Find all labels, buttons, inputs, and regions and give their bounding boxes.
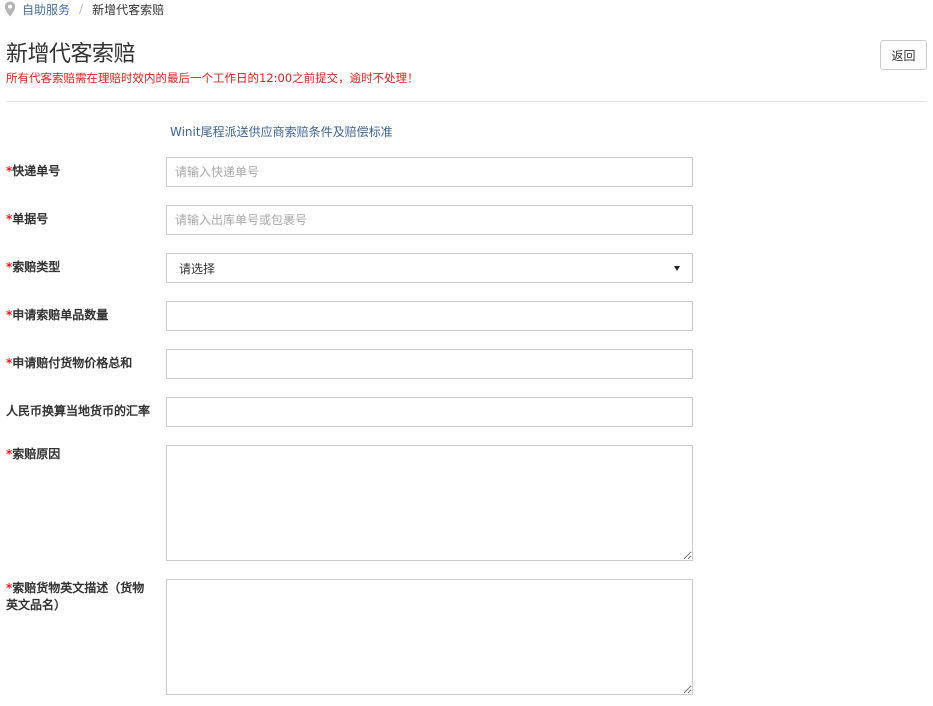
exchange-rate-input[interactable]: [166, 397, 693, 427]
header-divider: [6, 101, 927, 102]
caret-down-icon: [674, 265, 680, 271]
item-quantity-input[interactable]: [166, 301, 693, 331]
claim-reason-label-text: 索赔原因: [12, 447, 61, 461]
breadcrumb-self-service-link[interactable]: 自助服务: [22, 1, 70, 18]
exchange-rate-label: 人民币换算当地货币的汇率: [6, 403, 156, 420]
claim-type-select[interactable]: 请选择: [166, 253, 693, 283]
total-price-input[interactable]: [166, 349, 693, 379]
tracking-number-label-text: 快递单号: [12, 164, 61, 178]
english-description-label: *索赔货物英文描述（货物英文品名）: [6, 580, 156, 614]
claim-type-label-text: 索赔类型: [12, 260, 61, 274]
tracking-number-label: *快递单号: [6, 163, 156, 180]
english-description-label-text: 索赔货物英文描述（货物英文品名）: [6, 581, 145, 612]
english-description-textarea[interactable]: [166, 579, 693, 695]
claim-standard-link[interactable]: Winit尾程派送供应商索赔条件及赔偿标准: [170, 123, 393, 140]
claim-type-selected-value: 请选择: [179, 261, 216, 276]
document-number-input[interactable]: [166, 205, 693, 235]
claim-reason-label: *索赔原因: [6, 446, 156, 463]
document-number-label: *单据号: [6, 211, 156, 228]
item-quantity-label-text: 申请索赔单品数量: [12, 308, 109, 322]
back-button[interactable]: 返回: [880, 40, 927, 70]
submission-deadline-warning: 所有代客索赔需在理赔时效内的最后一个工作日的12:00之前提交，逾时不处理！: [6, 71, 419, 85]
breadcrumb: 自助服务 / 新增代客索赔: [4, 0, 164, 18]
document-number-label-text: 单据号: [12, 212, 49, 226]
breadcrumb-separator: /: [79, 2, 84, 16]
map-pin-icon: [4, 1, 16, 17]
page-title: 新增代客索赔: [6, 42, 136, 67]
total-price-label-text: 申请赔付货物价格总和: [12, 356, 133, 370]
item-quantity-label: *申请索赔单品数量: [6, 307, 156, 324]
exchange-rate-label-text: 人民币换算当地货币的汇率: [6, 404, 151, 418]
claim-type-label: *索赔类型: [6, 259, 156, 276]
claim-reason-textarea[interactable]: [166, 445, 693, 561]
total-price-label: *申请赔付货物价格总和: [6, 355, 156, 372]
tracking-number-input[interactable]: [166, 157, 693, 187]
page: 自助服务 / 新增代客索赔 新增代客索赔 所有代客索赔需在理赔时效内的最后一个工…: [0, 0, 933, 706]
breadcrumb-current: 新增代客索赔: [92, 2, 165, 17]
